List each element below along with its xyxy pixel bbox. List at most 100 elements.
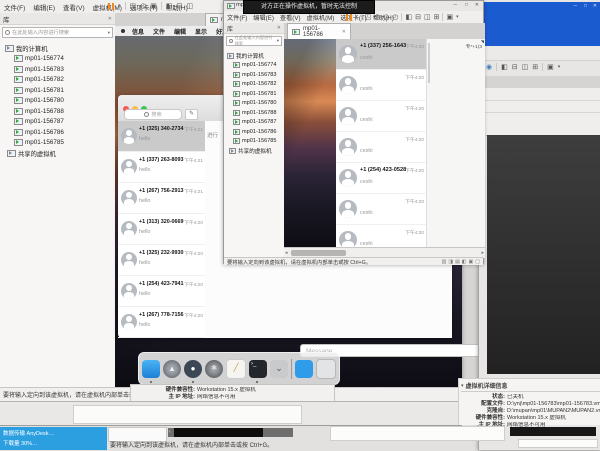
chevron-down-icon[interactable]: ▾: [456, 14, 459, 20]
vm-console-preview[interactable]: [487, 135, 600, 374]
snapshot-icon[interactable]: ◷: [140, 2, 146, 10]
conversation-item[interactable]: 下午4:20 ceshi: [336, 101, 426, 132]
snapshot-icon[interactable]: ◷: [374, 13, 380, 21]
vm-tree-item[interactable]: mp01-156785: [0, 138, 115, 149]
conversation-item[interactable]: 下午4:20 ceshi: [336, 225, 426, 247]
vm-tree-item[interactable]: mp01-156787: [0, 117, 115, 128]
menu-item[interactable]: 虚拟机(M): [304, 15, 338, 22]
fullscreen-icon[interactable]: ⊞: [532, 63, 538, 71]
close-icon[interactable]: ✕: [342, 29, 346, 35]
show-library-icon[interactable]: ◧: [166, 2, 173, 10]
message-log-icon[interactable]: ▢: [475, 259, 480, 265]
conversation-item[interactable]: 下午4:20 ceshi: [336, 194, 426, 225]
scrollbar-thumb[interactable]: [291, 250, 346, 256]
scrollbar-horizontal[interactable]: ‹: [168, 428, 293, 437]
search-input[interactable]: 搜索: [124, 109, 182, 120]
transfer-notification[interactable]: 数据传输 AnyDesk… 下载量 30%…: [0, 427, 107, 450]
vm-tree-item[interactable]: mp01-156783: [0, 64, 115, 75]
minimize-icon[interactable]: ─: [453, 2, 457, 8]
close-icon[interactable]: ✕: [593, 3, 597, 9]
show-thumbnail-bar-icon[interactable]: ⊟: [177, 2, 183, 10]
vm-tree-item[interactable]: mp01-156786: [0, 127, 115, 138]
vm-tree-item[interactable]: mp01-156774: [0, 54, 115, 65]
menu-item[interactable]: 文件(F): [224, 15, 250, 22]
snapshot-icon[interactable]: ▣: [547, 63, 554, 71]
macos-menu-item[interactable]: 信息: [132, 27, 144, 36]
messages-icon[interactable]: ●: [184, 360, 202, 378]
menu-item[interactable]: 查看(V): [59, 5, 89, 12]
conversation-item[interactable]: +1 (313) 320-0669 下午4:20 hello: [118, 214, 205, 245]
vm-tree-item[interactable]: mp01-156782: [224, 80, 284, 90]
vm-tree-item[interactable]: mp01-156788: [224, 108, 284, 118]
launchpad-icon[interactable]: ▲: [163, 360, 181, 378]
scroll-left-arrow-icon[interactable]: ‹: [169, 429, 171, 436]
conversation-item[interactable]: 下午4:20 ceshi: [336, 132, 426, 163]
conversation-item[interactable]: +1 (267) 778-7156 下午4:20 hello: [118, 307, 205, 338]
collapse-caret-icon[interactable]: ▾: [461, 383, 464, 389]
vm-tree-item[interactable]: mp01-156783: [224, 70, 284, 80]
menu-item[interactable]: 编辑(E): [250, 15, 277, 22]
chevron-down-icon[interactable]: ▾: [108, 30, 110, 36]
manage-snapshots-icon[interactable]: ◴: [392, 13, 398, 21]
vm-tree-item[interactable]: mp01-156780: [224, 99, 284, 109]
search-input[interactable]: 在此处输入内容进行搜索 ▾: [2, 27, 113, 38]
show-thumbnail-bar-icon[interactable]: ⊟: [512, 63, 518, 71]
vm-tab[interactable]: mp01-156786 ✕: [287, 23, 351, 39]
vm-tree-item[interactable]: mp01-156781: [0, 85, 115, 96]
downloads-icon[interactable]: ⌄: [270, 360, 288, 378]
menu-item[interactable]: 查看(V): [277, 15, 304, 22]
revert-snapshot-icon[interactable]: ◶: [383, 13, 389, 21]
conversation-item[interactable]: +1 (254) 423-7941 下午4:20 hello: [118, 276, 205, 307]
show-library-icon[interactable]: ◧: [405, 13, 412, 21]
pause-icon[interactable]: [346, 14, 352, 21]
menu-item[interactable]: 文件(F): [0, 5, 29, 12]
tree-root[interactable]: 我的计算机: [224, 51, 284, 61]
close-icon[interactable]: ✕: [277, 25, 281, 31]
tree-root[interactable]: 我的计算机: [0, 43, 115, 54]
cd-rom-icon[interactable]: ◨: [448, 259, 453, 265]
settings-icon[interactable]: ✱: [205, 360, 223, 378]
shared-vms-item[interactable]: 共享的虚拟机: [224, 146, 284, 156]
hard-disk-icon[interactable]: ▥: [442, 259, 447, 265]
console-view-icon[interactable]: ◫: [424, 13, 431, 21]
console-view-icon[interactable]: ◫: [522, 63, 529, 71]
maximize-icon[interactable]: □: [465, 2, 468, 8]
vm-tree-item[interactable]: mp01-156786: [224, 127, 284, 137]
pause-icon[interactable]: [108, 3, 114, 10]
unity-icon[interactable]: ◉: [486, 63, 492, 71]
conversation-item[interactable]: +1 (325) 232-9930 下午4:20 hello: [118, 245, 205, 276]
vm-tree-item[interactable]: mp01-156781: [224, 89, 284, 99]
chevron-down-icon[interactable]: ▾: [118, 3, 121, 9]
compose-icon[interactable]: ✎: [185, 109, 198, 120]
notes-icon[interactable]: ╱: [226, 359, 246, 379]
conversation-item[interactable]: 下午4:20 ceshi: [336, 70, 426, 101]
folder-icon[interactable]: [295, 360, 313, 378]
show-thumbnail-bar-icon[interactable]: ⊟: [415, 13, 421, 21]
send-ctrl-alt-del-icon[interactable]: ◳: [130, 2, 137, 10]
sound-icon[interactable]: ▣: [469, 259, 474, 265]
conversation-item[interactable]: +1 (254) 423-0528 下午4:20 ceshi: [336, 163, 426, 194]
shared-vms-item[interactable]: 共享的虚拟机: [0, 148, 115, 159]
close-icon[interactable]: ✕: [108, 16, 112, 22]
vm-tree-item[interactable]: mp01-156787: [224, 118, 284, 128]
show-library-icon[interactable]: ◧: [501, 63, 508, 71]
trash-icon[interactable]: [316, 359, 336, 379]
fullscreen-icon[interactable]: ◫: [186, 2, 193, 10]
finder-icon[interactable]: [142, 360, 160, 378]
search-input[interactable]: 在此处输入内容进行搜索 ▾: [226, 36, 282, 46]
unity-icon[interactable]: ▣: [446, 13, 453, 21]
manage-snapshots-icon[interactable]: ▣: [150, 2, 157, 10]
scroll-left-arrow-icon[interactable]: ◂: [285, 250, 288, 256]
apple-icon[interactable]: [121, 29, 125, 33]
conversation-item[interactable]: +1 (267) 756-2913 下午4:21 hello: [118, 183, 205, 214]
scrollbar-thumb[interactable]: [174, 428, 263, 437]
fullscreen-icon[interactable]: ⊞: [434, 13, 440, 21]
maximize-icon[interactable]: □: [584, 3, 587, 9]
scroll-right-arrow-icon[interactable]: ▸: [481, 250, 484, 256]
vm-tree-item[interactable]: mp01-156774: [224, 61, 284, 71]
chevron-down-icon[interactable]: ▾: [277, 38, 279, 44]
scrollbar-vertical[interactable]: [428, 43, 430, 83]
chevron-down-icon[interactable]: ▾: [558, 64, 561, 70]
send-ctrl-alt-del-icon[interactable]: ◳: [365, 13, 372, 21]
vm-tree-item[interactable]: mp01-156782: [0, 75, 115, 86]
